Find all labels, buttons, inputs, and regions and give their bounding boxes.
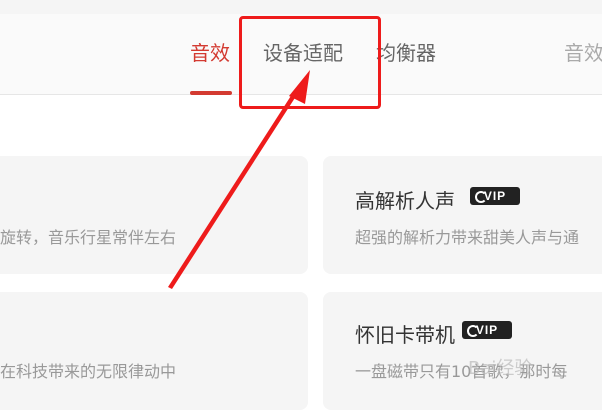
watermark-text: Bai经验 xyxy=(468,358,533,379)
annotation-arrow xyxy=(168,70,310,289)
